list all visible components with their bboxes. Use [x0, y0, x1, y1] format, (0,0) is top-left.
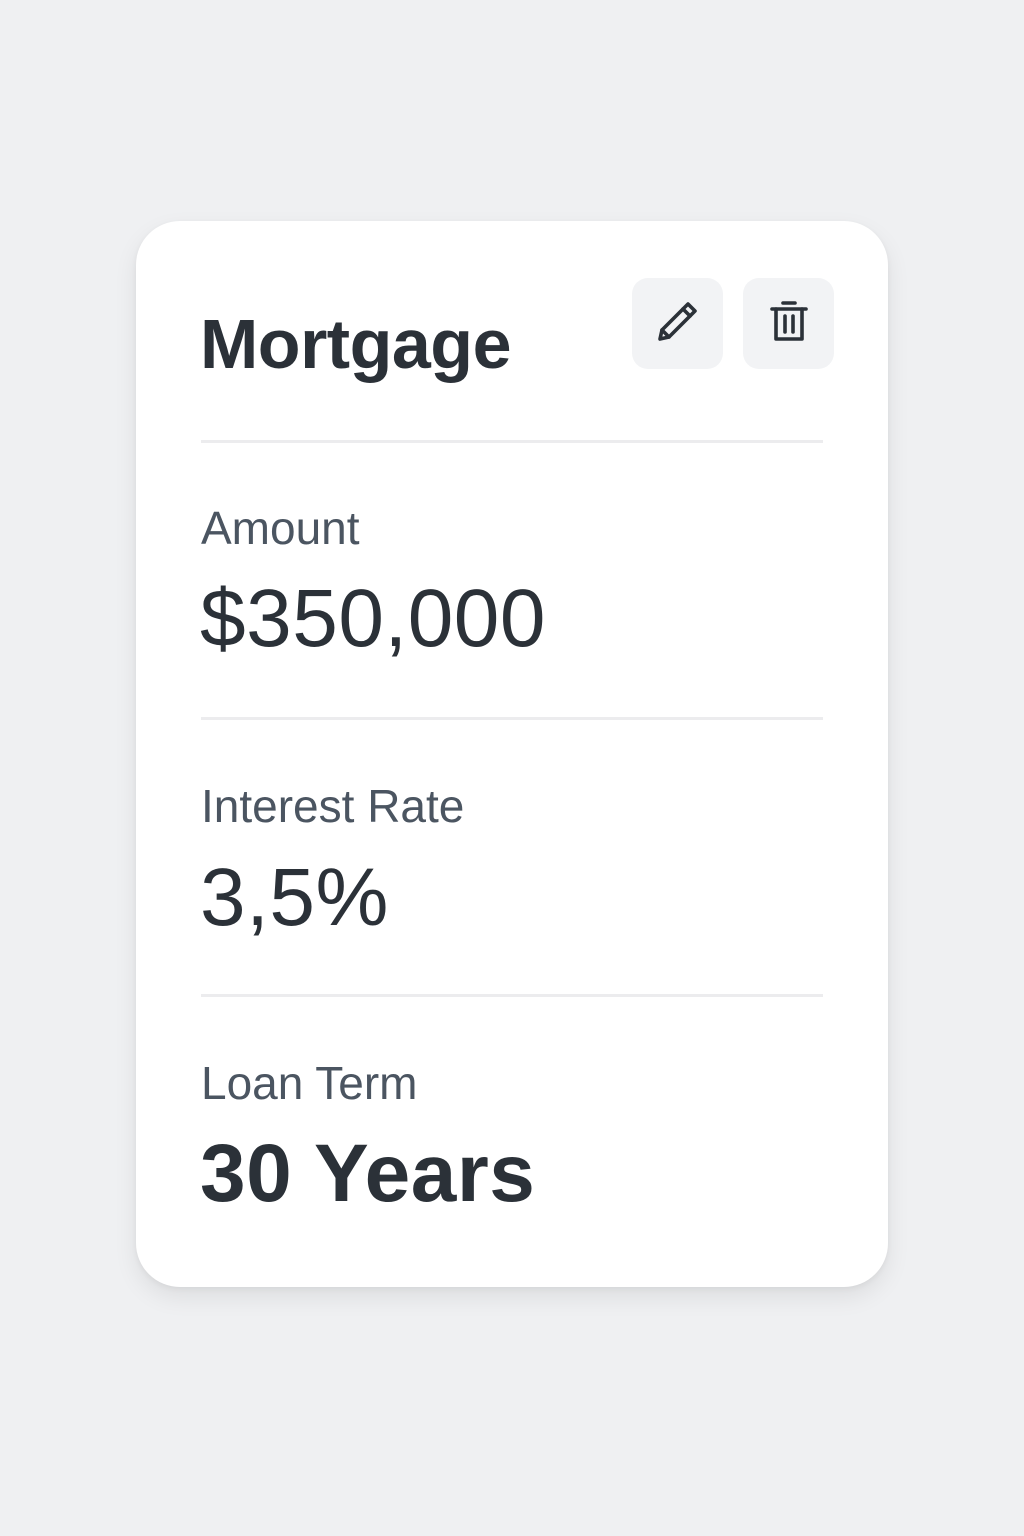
edit-button[interactable]	[632, 278, 723, 369]
mortgage-card: Mortgage Amount $350,000 Interest Rate 3…	[136, 221, 888, 1287]
trash-icon	[763, 295, 815, 352]
pencil-icon	[652, 295, 704, 352]
amount-label: Amount	[201, 502, 360, 554]
loan-term-value: 30 Years	[200, 1128, 536, 1219]
card-title: Mortgage	[200, 305, 512, 383]
divider	[201, 717, 823, 720]
divider	[201, 994, 823, 997]
amount-value: $350,000	[200, 573, 547, 664]
interest-rate-label: Interest Rate	[201, 780, 465, 832]
divider	[201, 440, 823, 443]
loan-term-label: Loan Term	[201, 1057, 418, 1109]
delete-button[interactable]	[743, 278, 834, 369]
interest-rate-value: 3,5%	[200, 852, 389, 943]
